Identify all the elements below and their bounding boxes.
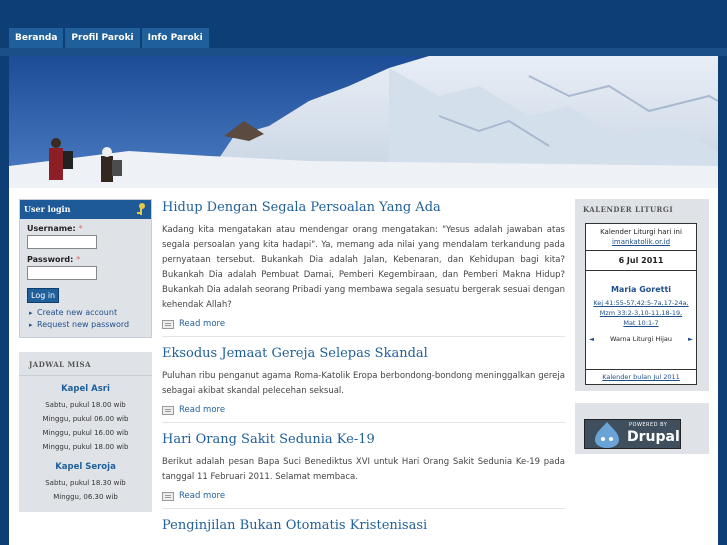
kalender-liturgi-block: KALENDER LITURGI Kalender Liturgi hari i… bbox=[575, 199, 709, 391]
article-body: Puluhan ribu penganut agama Roma-Katolik… bbox=[162, 371, 565, 396]
kalender-date: 6 Jul 2011 bbox=[586, 251, 696, 271]
mass-time: Minggu, pukul 06.00 wib bbox=[42, 415, 129, 423]
request-password-link[interactable]: Request new password bbox=[27, 319, 144, 331]
kalender-intro: Kalender Liturgi hari ini bbox=[600, 228, 682, 236]
monthly-calendar-link[interactable]: Kalender bulan Jul 2011 bbox=[586, 369, 696, 384]
mass-time: Sabtu, pukul 18.00 wib bbox=[45, 401, 126, 409]
reading-link[interactable]: Mzm 33:2-3,10-11,18-19, bbox=[586, 308, 696, 318]
banner-image bbox=[9, 56, 718, 188]
article-teaser: Hari Orang Sakit Sedunia Ke-19 Berikut a… bbox=[162, 432, 565, 503]
prev-arrow-icon[interactable]: ◄ bbox=[589, 335, 594, 343]
password-input[interactable] bbox=[27, 266, 97, 280]
main-content: Hidup Dengan Segala Persoalan Yang Ada K… bbox=[162, 200, 565, 541]
powered-by-label: POWERED BY bbox=[629, 422, 668, 428]
page-border-right bbox=[718, 56, 727, 545]
read-more-link[interactable]: Read more bbox=[162, 489, 565, 503]
next-arrow-icon[interactable]: ► bbox=[688, 335, 693, 343]
article-title[interactable]: Penginjilan Bukan Otomatis Kristenisasi bbox=[162, 518, 565, 533]
saint-name: Maria Goretti bbox=[610, 285, 672, 294]
login-title: User login bbox=[24, 204, 71, 214]
page-border-left bbox=[0, 56, 9, 545]
reading-link[interactable]: Mat 10:1-7 bbox=[586, 318, 696, 328]
document-icon bbox=[162, 405, 174, 415]
create-account-link[interactable]: Create new account bbox=[27, 307, 144, 319]
powered-by-block: POWERED BY Drupal bbox=[575, 403, 709, 454]
username-input[interactable] bbox=[27, 235, 97, 249]
primary-nav: Beranda Profil Paroki Info Paroki bbox=[9, 28, 211, 48]
key-icon bbox=[135, 202, 147, 218]
username-label: Username: * bbox=[27, 224, 83, 233]
jadwal-misa-block: JADWAL MISA Kapel Asri Sabtu, pukul 18.0… bbox=[19, 352, 152, 512]
mass-time: Minggu, pukul 16.00 wib bbox=[42, 429, 129, 437]
mountain-snow-illustration bbox=[9, 56, 718, 188]
article-teaser: Penginjilan Bukan Otomatis Kristenisasi bbox=[162, 518, 565, 533]
article-teaser: Hidup Dengan Segala Persoalan Yang Ada K… bbox=[162, 200, 565, 331]
liturgical-color: Warna Liturgi Hijau bbox=[610, 335, 672, 343]
article-title[interactable]: Eksodus Jemaat Gereja Selepas Skandal bbox=[162, 346, 565, 361]
drupal-label: Drupal bbox=[627, 429, 680, 445]
kalender-widget: Kalender Liturgi hari ini imankatolik.or… bbox=[585, 223, 697, 385]
reading-link[interactable]: Kej 41:55-57,42:5-7a,17-24a, bbox=[586, 298, 696, 308]
mass-time: Sabtu, pukul 18.30 wib bbox=[45, 479, 126, 487]
login-button[interactable]: Log in bbox=[27, 288, 60, 303]
kalender-title: KALENDER LITURGI bbox=[583, 205, 674, 214]
header-strip bbox=[0, 48, 727, 56]
jadwal-title: JADWAL MISA bbox=[19, 352, 152, 376]
article-title[interactable]: Hidup Dengan Segala Persoalan Yang Ada bbox=[162, 200, 565, 215]
drupal-drop-icon bbox=[595, 422, 619, 448]
user-login-block: User login Username: * Password: * Log i… bbox=[19, 199, 152, 338]
login-header: User login bbox=[20, 200, 151, 219]
chapel-name: Kapel Seroja bbox=[55, 462, 116, 472]
nav-beranda[interactable]: Beranda bbox=[9, 28, 64, 48]
kalender-site-link[interactable]: imankatolik.or.id bbox=[586, 237, 696, 247]
article-teaser: Eksodus Jemaat Gereja Selepas Skandal Pu… bbox=[162, 346, 565, 417]
read-more-link[interactable]: Read more bbox=[162, 403, 565, 417]
drupal-badge[interactable]: POWERED BY Drupal bbox=[584, 419, 681, 449]
article-body: Berikut adalah pesan Bapa Suci Benediktu… bbox=[162, 457, 565, 482]
nav-profil-paroki[interactable]: Profil Paroki bbox=[65, 28, 140, 48]
article-body: Kadang kita mengatakan atau mendengar or… bbox=[162, 225, 565, 310]
mass-time: Minggu, pukul 18.00 wib bbox=[42, 443, 129, 451]
mass-time: Minggu, 06.30 wib bbox=[53, 493, 118, 501]
read-more-link[interactable]: Read more bbox=[162, 317, 565, 331]
nav-info-paroki[interactable]: Info Paroki bbox=[141, 28, 209, 48]
document-icon bbox=[162, 319, 174, 329]
password-label: Password: * bbox=[27, 255, 81, 264]
article-title[interactable]: Hari Orang Sakit Sedunia Ke-19 bbox=[162, 432, 565, 447]
chapel-name: Kapel Asri bbox=[61, 384, 110, 394]
document-icon bbox=[162, 491, 174, 501]
